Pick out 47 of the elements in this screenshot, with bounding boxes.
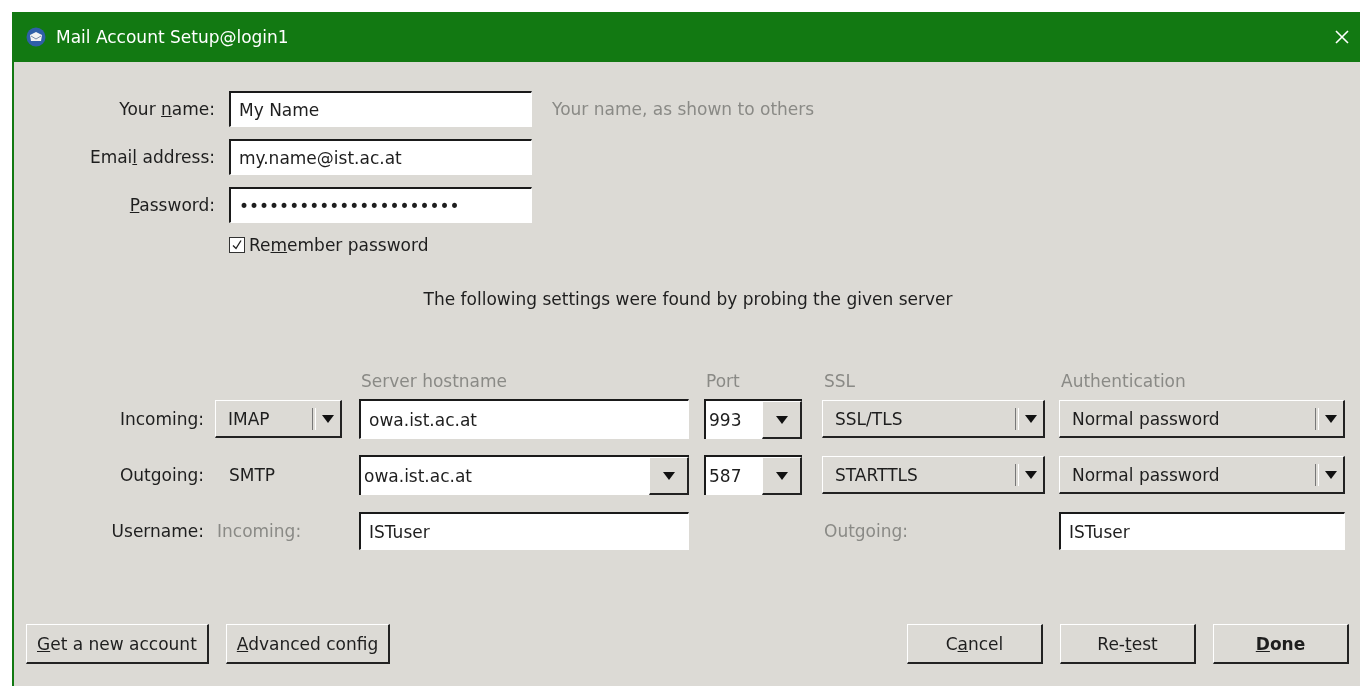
dropdown-arrow-icon — [1325, 470, 1337, 479]
dropdown-arrow-icon — [1325, 414, 1337, 423]
mail-app-icon — [26, 27, 46, 47]
row-label: Outgoing: — [118, 465, 204, 485]
field-label: Your name: — [118, 99, 215, 119]
column-heading: Server hostname — [360, 371, 509, 391]
probe-message: The following settings were found by probing the given server — [423, 289, 953, 309]
username-field[interactable]: ISTuser — [1059, 512, 1345, 550]
dialog-button[interactable]: Advanced config — [225, 624, 391, 664]
protocol-dropdown[interactable]: IMAP — [215, 400, 342, 438]
ssl-dropdown[interactable]: STARTTLS — [822, 456, 1045, 494]
ssl-dropdown[interactable]: SSL/TLS — [822, 400, 1045, 438]
authentication-dropdown[interactable]: Normal password — [1059, 400, 1345, 438]
window-title: Mail Account Setup@login1 — [56, 27, 290, 47]
username-field[interactable]: ISTuser — [359, 512, 689, 550]
dropdown-button[interactable] — [649, 457, 689, 495]
dropdown-arrow-icon — [662, 471, 675, 480]
column-heading: Authentication — [1060, 371, 1187, 391]
dialog-button[interactable]: Re-test — [1060, 624, 1196, 664]
hostname-field[interactable]: owa.ist.ac.at — [359, 399, 689, 439]
field-label: Password: — [128, 195, 215, 215]
authentication-dropdown[interactable]: Normal password — [1059, 456, 1345, 494]
checkbox-label[interactable]: Remember password — [249, 235, 429, 255]
field-hint: Your name, as shown to others — [552, 99, 816, 119]
column-heading: Port — [705, 371, 741, 391]
dialog-button[interactable]: Get a new account — [26, 624, 209, 664]
checkbox[interactable] — [229, 237, 245, 253]
dialog-button[interactable]: Done — [1213, 624, 1349, 664]
field-label: Email address: — [88, 147, 215, 167]
dropdown-arrow-icon — [775, 471, 788, 480]
dropdown-arrow-icon — [1025, 470, 1037, 479]
dropdown-arrow-icon — [322, 414, 334, 423]
dropdown-button[interactable] — [762, 401, 802, 439]
row-label: Incoming: — [118, 409, 204, 429]
dropdown-button[interactable] — [762, 457, 802, 495]
field-label: Outgoing: — [823, 521, 910, 541]
text-field[interactable]: My Name — [229, 91, 532, 127]
protocol-text: SMTP — [228, 465, 277, 485]
field-label: Incoming: — [216, 521, 303, 541]
text-field[interactable]: •••••••••••••••••••••• — [229, 187, 532, 223]
close-icon[interactable] — [1334, 29, 1350, 45]
dropdown-arrow-icon — [775, 415, 788, 424]
dialog-button[interactable]: Cancel — [907, 624, 1043, 664]
row-label: Username: — [110, 521, 204, 541]
column-heading: SSL — [823, 371, 857, 391]
text-field[interactable]: my.name@ist.ac.at — [229, 139, 532, 175]
dropdown-arrow-icon — [1025, 414, 1037, 423]
